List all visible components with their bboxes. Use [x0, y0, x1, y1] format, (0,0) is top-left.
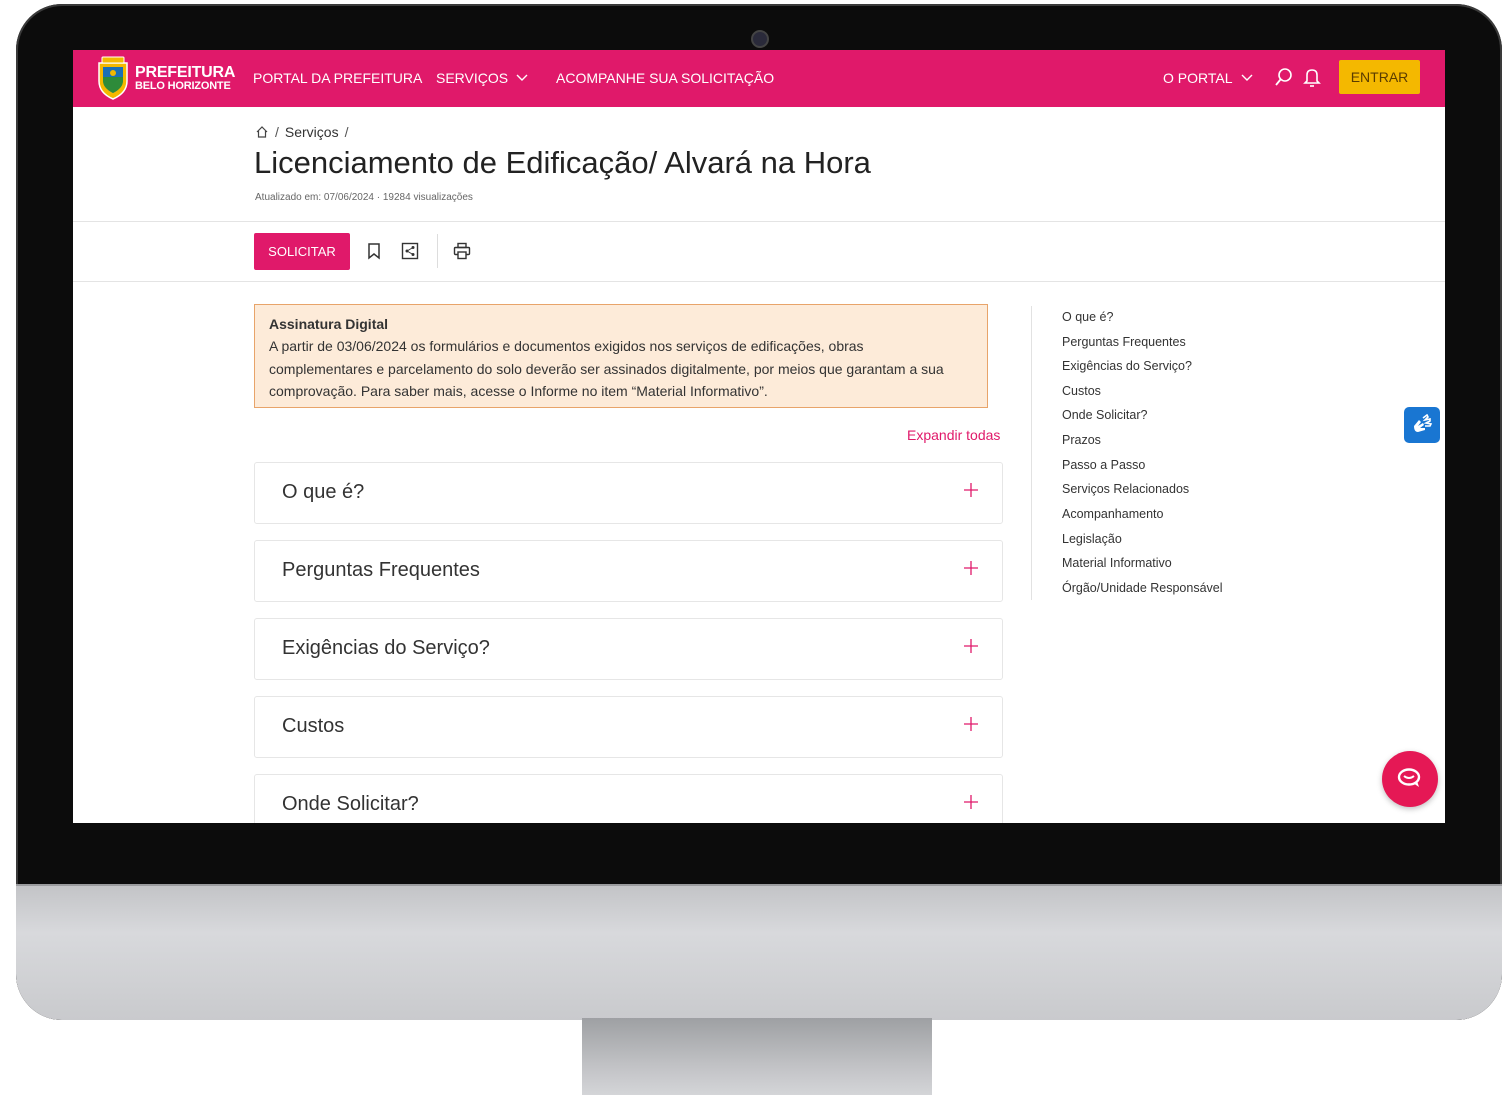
sidenav-item[interactable]: O que é?: [1062, 310, 1113, 324]
accordion-label: Perguntas Frequentes: [282, 559, 480, 581]
chevron-down-icon: [516, 74, 528, 81]
accordion-label: Exigências do Serviço?: [282, 637, 490, 659]
nav-servicos-label: SERVIÇOS: [436, 70, 509, 86]
accordion-label: Onde Solicitar?: [282, 793, 419, 815]
home-icon[interactable]: [255, 125, 269, 139]
chat-icon: [1397, 768, 1421, 787]
plus-icon: [964, 561, 978, 575]
sidenav-item[interactable]: Órgão/Unidade Responsável: [1062, 581, 1223, 595]
divider: [73, 281, 1445, 282]
plus-icon: [964, 639, 978, 653]
sidenav-item[interactable]: Onde Solicitar?: [1062, 408, 1147, 422]
plus-icon: [964, 795, 978, 809]
page-sidenav: O que é? Perguntas Frequentes Exigências…: [1031, 306, 1232, 600]
sidenav-item[interactable]: Perguntas Frequentes: [1062, 335, 1186, 349]
breadcrumb-servicos[interactable]: Serviços: [285, 124, 339, 140]
breadcrumb-separator: /: [275, 124, 279, 140]
alert-line: A partir de 03/06/2024 os formulários e …: [269, 338, 864, 354]
logo-line2: BELO HORIZONTE: [135, 79, 231, 92]
hands-icon: [1414, 414, 1433, 432]
nav-servicos[interactable]: SERVIÇOS: [436, 70, 528, 86]
nav-acompanhe-label: ACOMPANHE SUA SOLICITAÇÃO: [556, 70, 775, 86]
logo-line1: PREFEITURA: [135, 63, 236, 81]
sidenav-item[interactable]: Acompanhamento: [1062, 507, 1163, 521]
sidenav-item[interactable]: Serviços Relacionados: [1062, 482, 1189, 496]
sidenav-item[interactable]: Legislação: [1062, 532, 1122, 546]
bookmark-icon[interactable]: [365, 242, 383, 260]
nav-portal-prefeitura-label: PORTAL DA PREFEITURA: [253, 70, 423, 86]
accordion-o-que-e[interactable]: O que é?: [254, 462, 1003, 524]
solicitar-button[interactable]: SOLICITAR: [254, 233, 350, 270]
nav-o-portal-label: O PORTAL: [1163, 70, 1233, 86]
breadcrumb-separator: /: [344, 124, 349, 140]
nav-acompanhe[interactable]: ACOMPANHE SUA SOLICITAÇÃO: [556, 70, 774, 86]
share-icon[interactable]: [401, 242, 419, 260]
accordion-perguntas-frequentes[interactable]: Perguntas Frequentes: [254, 540, 1003, 602]
plus-icon: [964, 717, 978, 731]
monitor-chin: [16, 884, 1502, 1020]
chevron-down-icon: [1241, 74, 1253, 81]
camera-icon: [751, 30, 769, 48]
digital-signature-alert: Assinatura Digital A partir de 03/06/202…: [254, 304, 988, 408]
coat-of-arms-icon: [98, 56, 128, 100]
sidenav-item[interactable]: Passo a Passo: [1062, 458, 1145, 472]
accordion-label: Custos: [282, 715, 345, 737]
login-button[interactable]: ENTRAR: [1339, 60, 1420, 94]
top-navbar: PREFEITURA BELO HORIZONTE PORTAL DA PREF…: [73, 50, 1445, 107]
accordion-exigencias[interactable]: Exigências do Serviço?: [254, 618, 1003, 680]
sidenav-item[interactable]: Prazos: [1062, 433, 1101, 447]
accordion-custos[interactable]: Custos: [254, 696, 1003, 758]
toolbar-separator: [437, 234, 438, 268]
update-meta: Atualizado em: 07/06/2024 · 19284 visual…: [255, 192, 473, 203]
sidenav-item[interactable]: Custos: [1062, 384, 1101, 398]
divider: [73, 221, 1445, 222]
nav-o-portal[interactable]: O PORTAL: [1163, 70, 1253, 86]
page-title: Licenciamento de Edificação/ Alvará na H…: [254, 145, 871, 180]
accordion-label: O que é?: [282, 481, 365, 503]
expand-all-link[interactable]: Expandir todas: [907, 427, 1000, 443]
alert-line: comprovação. Para saber mais, acesse o I…: [269, 383, 768, 399]
browser-screen: PREFEITURA BELO HORIZONTE PORTAL DA PREF…: [73, 50, 1445, 823]
breadcrumb: / Serviços /: [255, 124, 354, 140]
search-icon[interactable]: [1274, 66, 1294, 88]
plus-icon: [964, 483, 978, 497]
prefeitura-logo[interactable]: PREFEITURA BELO HORIZONTE: [95, 55, 235, 101]
sign-language-button[interactable]: [1404, 407, 1440, 443]
alert-line: complementares e parcelamento do solo de…: [269, 360, 944, 377]
alert-title: Assinatura Digital: [269, 316, 389, 332]
sidenav-item[interactable]: Material Informativo: [1062, 556, 1172, 570]
sidenav-item[interactable]: Exigências do Serviço?: [1062, 359, 1192, 373]
print-icon[interactable]: [453, 242, 471, 260]
bell-icon[interactable]: [1302, 66, 1322, 88]
nav-portal-prefeitura[interactable]: PORTAL DA PREFEITURA: [253, 70, 422, 86]
accordion-onde-solicitar[interactable]: Onde Solicitar?: [254, 774, 1003, 823]
monitor-stand: [582, 1018, 932, 1095]
chat-button[interactable]: [1382, 751, 1438, 807]
